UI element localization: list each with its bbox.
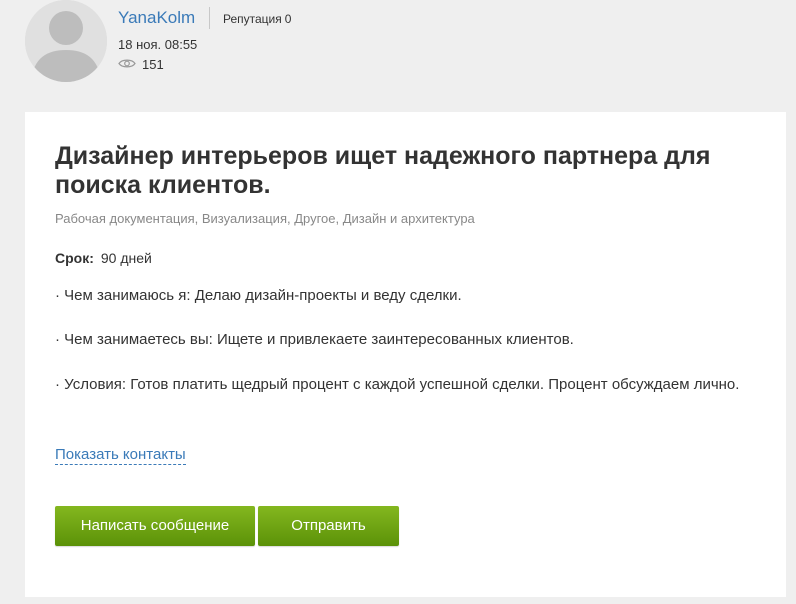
post-term: Срок: 90 дней — [55, 250, 152, 267]
show-contacts-link[interactable]: Показать контакты — [55, 446, 186, 465]
author-username-link[interactable]: YanaKolm — [118, 8, 195, 28]
header-divider — [209, 7, 210, 29]
write-message-button[interactable]: Написать сообщение — [55, 506, 255, 546]
description-paragraph: · Чем занимаюсь я: Делаю дизайн-проекты … — [55, 287, 462, 304]
term-value: 90 дней — [100, 250, 152, 266]
post-date: 18 ноя. 08:55 — [118, 37, 198, 52]
post-card: Дизайнер интерьеров ищет надежного партн… — [25, 112, 786, 597]
post-categories: Рабочая документация, Визуализация, Друг… — [55, 211, 475, 226]
send-button[interactable]: Отправить — [258, 506, 399, 546]
user-silhouette-icon — [25, 0, 107, 82]
reputation-label: Репутация — [223, 12, 282, 26]
avatar[interactable] — [25, 0, 107, 82]
term-label: Срок: — [55, 250, 94, 266]
views-count: 151 — [118, 57, 164, 72]
eye-icon — [118, 57, 136, 72]
description-paragraph: · Условия: Готов платить щедрый процент … — [55, 376, 740, 393]
description-paragraph: · Чем занимаетесь вы: Ищете и привлекает… — [55, 331, 574, 348]
reputation: Репутация 0 — [223, 12, 291, 27]
post-title: Дизайнер интерьеров ищет надежного партн… — [55, 142, 711, 199]
reputation-value: 0 — [284, 12, 292, 26]
views-value: 151 — [142, 57, 164, 72]
